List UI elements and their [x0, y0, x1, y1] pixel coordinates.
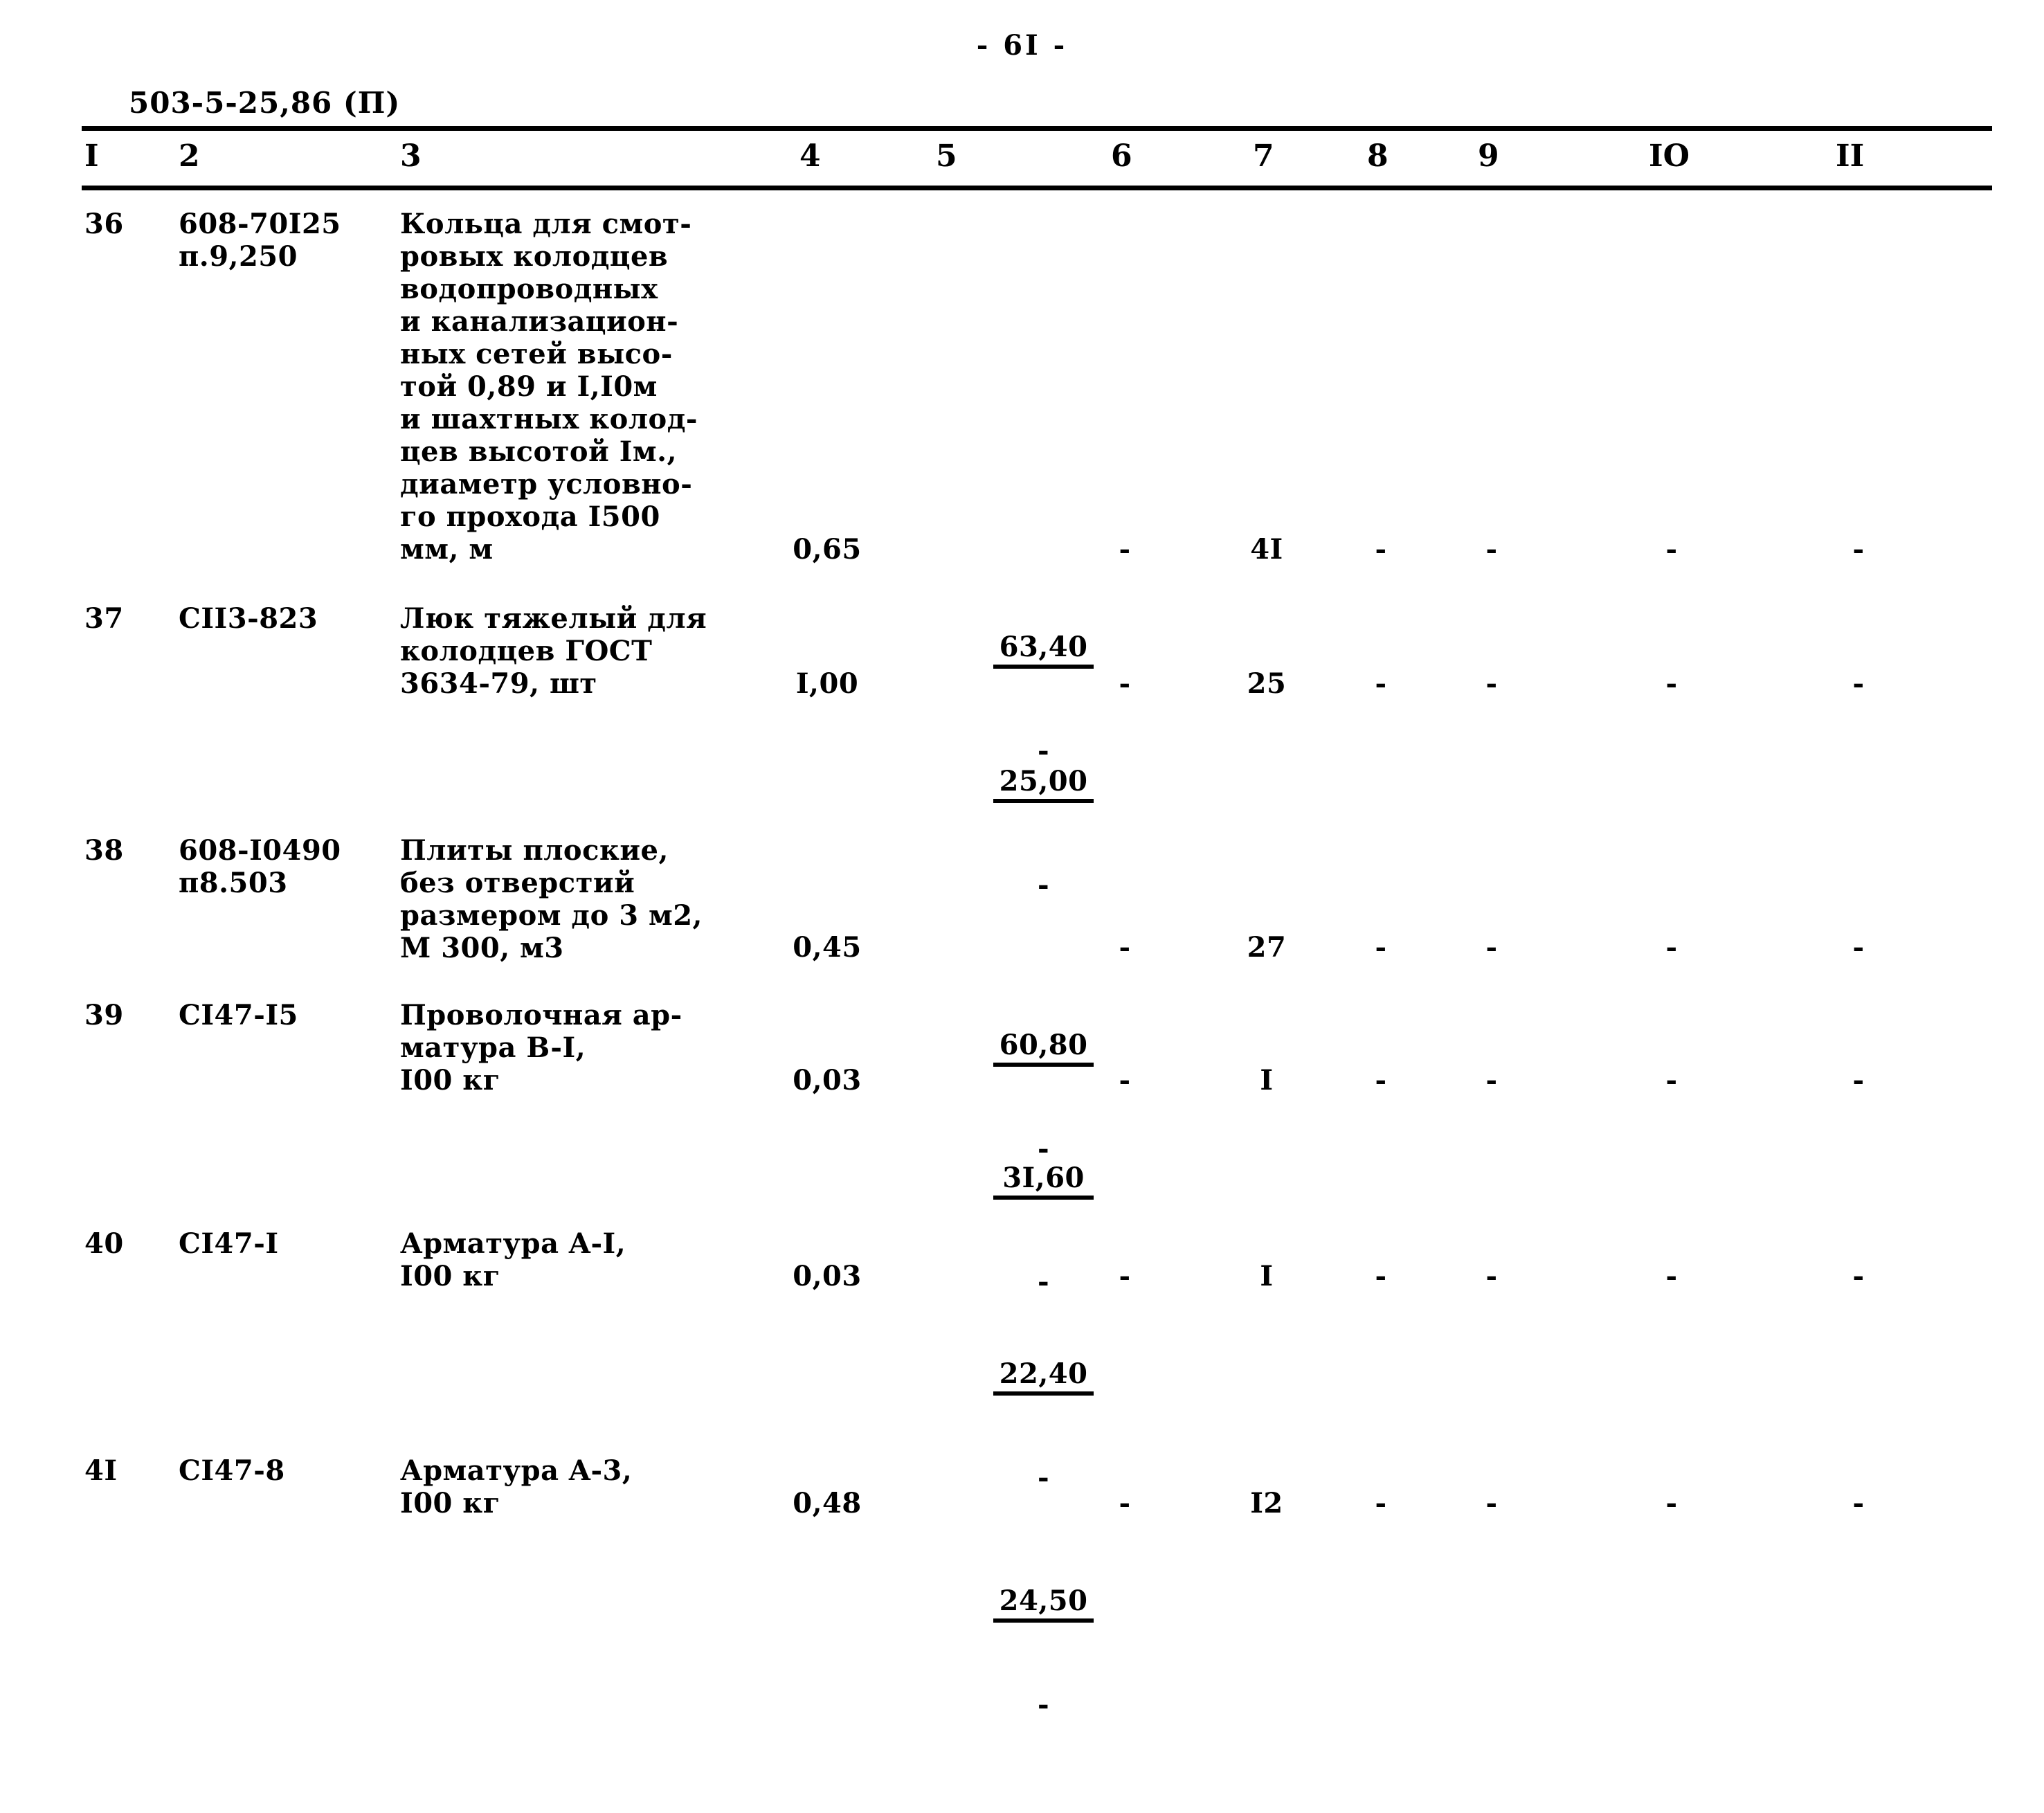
- row-col6: -: [1119, 667, 1131, 700]
- table-top-rule: [82, 126, 1992, 131]
- column-header-4: 4: [799, 138, 821, 174]
- column-header-1: I: [84, 138, 99, 174]
- row-col8: -: [1375, 1487, 1387, 1519]
- document-page: - 6I - 503-5-25,86 (П) I 2 3 4 5 6 7 8 9…: [0, 0, 2044, 1719]
- row-description: Люк тяжелый для колодцев ГОСТ 3634-79, ш…: [400, 602, 707, 700]
- page-number: - 6I -: [976, 29, 1068, 62]
- row-col6: -: [1119, 1487, 1131, 1519]
- row-col6: -: [1119, 1064, 1131, 1097]
- row-code: CI47-I: [179, 1227, 279, 1260]
- row-col5-second: -: [1037, 1688, 1050, 1721]
- row-col11: -: [1852, 533, 1865, 566]
- column-header-8: 8: [1367, 138, 1389, 174]
- row-col7: I: [1260, 1064, 1274, 1097]
- row-col4: 0,65: [793, 533, 862, 566]
- row-col11: -: [1852, 1260, 1865, 1292]
- row-col7: 27: [1247, 931, 1287, 964]
- row-number: 38: [84, 834, 124, 867]
- row-description: Проволочная ар- матура B-I, I00 кг: [400, 999, 682, 1097]
- row-col9: -: [1485, 1260, 1498, 1292]
- column-header-7: 7: [1253, 138, 1274, 174]
- column-header-9: 9: [1478, 138, 1499, 174]
- row-col6: -: [1119, 931, 1131, 964]
- column-header-6: 6: [1111, 138, 1132, 174]
- row-code: 608-I0490 п8.503: [179, 834, 341, 899]
- row-col5-value: 24,50: [993, 1585, 1094, 1623]
- row-col11: -: [1852, 667, 1865, 700]
- column-header-11: II: [1836, 138, 1865, 174]
- table-row: 38 608-I0490 п8.503 Плиты плоские, без о…: [0, 834, 2044, 1163]
- column-header-10: IO: [1649, 138, 1690, 174]
- table-row: 4I CI47-8 Арматура A-3, I00 кг 0,48 24,5…: [0, 1454, 2044, 1719]
- row-col9: -: [1485, 533, 1498, 566]
- row-col4: 0,48: [793, 1487, 862, 1519]
- row-code: CII3-823: [179, 602, 318, 635]
- table-row: 40 CI47-I Арматура A-I, I00 кг 0,03 22,4…: [0, 1227, 2044, 1492]
- row-col4: 0,03: [793, 1260, 862, 1292]
- row-col6: -: [1119, 1260, 1131, 1292]
- row-number: 39: [84, 999, 124, 1031]
- row-col4: 0,45: [793, 931, 862, 964]
- row-description: Арматура A-3, I00 кг: [400, 1454, 633, 1519]
- table-header-rule: [82, 186, 1992, 190]
- column-header-5: 5: [936, 138, 957, 174]
- row-col10: -: [1665, 533, 1678, 566]
- table-row: 36 608-70I25 п.9,250 Кольца для смот- ро…: [0, 208, 2044, 765]
- row-col7: I: [1260, 1260, 1274, 1292]
- row-col9: -: [1485, 1064, 1498, 1097]
- row-col5-value: 22,40: [993, 1358, 1094, 1396]
- row-code: 608-70I25 п.9,250: [179, 208, 341, 273]
- row-col11: -: [1852, 1064, 1865, 1097]
- row-number: 40: [84, 1227, 124, 1260]
- row-col4: 0,03: [793, 1064, 862, 1097]
- row-number: 37: [84, 602, 124, 635]
- row-col10: -: [1665, 1260, 1678, 1292]
- row-col8: -: [1375, 931, 1387, 964]
- table-row: 39 CI47-I5 Проволочная ар- матура B-I, I…: [0, 999, 2044, 1296]
- column-header-2: 2: [179, 138, 200, 174]
- row-col7: 25: [1247, 667, 1287, 700]
- row-col9: -: [1485, 667, 1498, 700]
- row-col10: -: [1665, 1064, 1678, 1097]
- row-col7: I2: [1250, 1487, 1283, 1519]
- row-col8: -: [1375, 667, 1387, 700]
- table-row: 37 CII3-823 Люк тяжелый для колодцев ГОС…: [0, 602, 2044, 899]
- row-col8: -: [1375, 533, 1387, 566]
- row-number: 36: [84, 208, 124, 240]
- row-col11: -: [1852, 931, 1865, 964]
- column-header-3: 3: [400, 138, 422, 174]
- row-col9: -: [1485, 931, 1498, 964]
- row-description: Плиты плоские, без отверстий размером до…: [400, 834, 703, 964]
- row-col4: I,00: [795, 667, 859, 700]
- row-col8: -: [1375, 1260, 1387, 1292]
- row-col8: -: [1375, 1064, 1387, 1097]
- table-body: 36 608-70I25 п.9,250 Кольца для смот- ро…: [0, 208, 2044, 1719]
- row-col9: -: [1485, 1487, 1498, 1519]
- row-col5: 24,50 -: [914, 1487, 1094, 1813]
- row-col5-value: 3I,60: [993, 1162, 1094, 1200]
- row-code: CI47-I5: [179, 999, 298, 1031]
- row-col10: -: [1665, 931, 1678, 964]
- row-col10: -: [1665, 1487, 1678, 1519]
- document-code: 503-5-25,86 (П): [129, 86, 401, 120]
- row-col6: -: [1119, 533, 1131, 566]
- row-col11: -: [1852, 1487, 1865, 1519]
- row-col5-value: 25,00: [993, 765, 1094, 803]
- row-col10: -: [1665, 667, 1678, 700]
- row-description: Кольца для смот- ровых колодцев водопров…: [400, 208, 698, 566]
- row-description: Арматура A-I, I00 кг: [400, 1227, 626, 1292]
- row-col7: 4I: [1250, 533, 1283, 566]
